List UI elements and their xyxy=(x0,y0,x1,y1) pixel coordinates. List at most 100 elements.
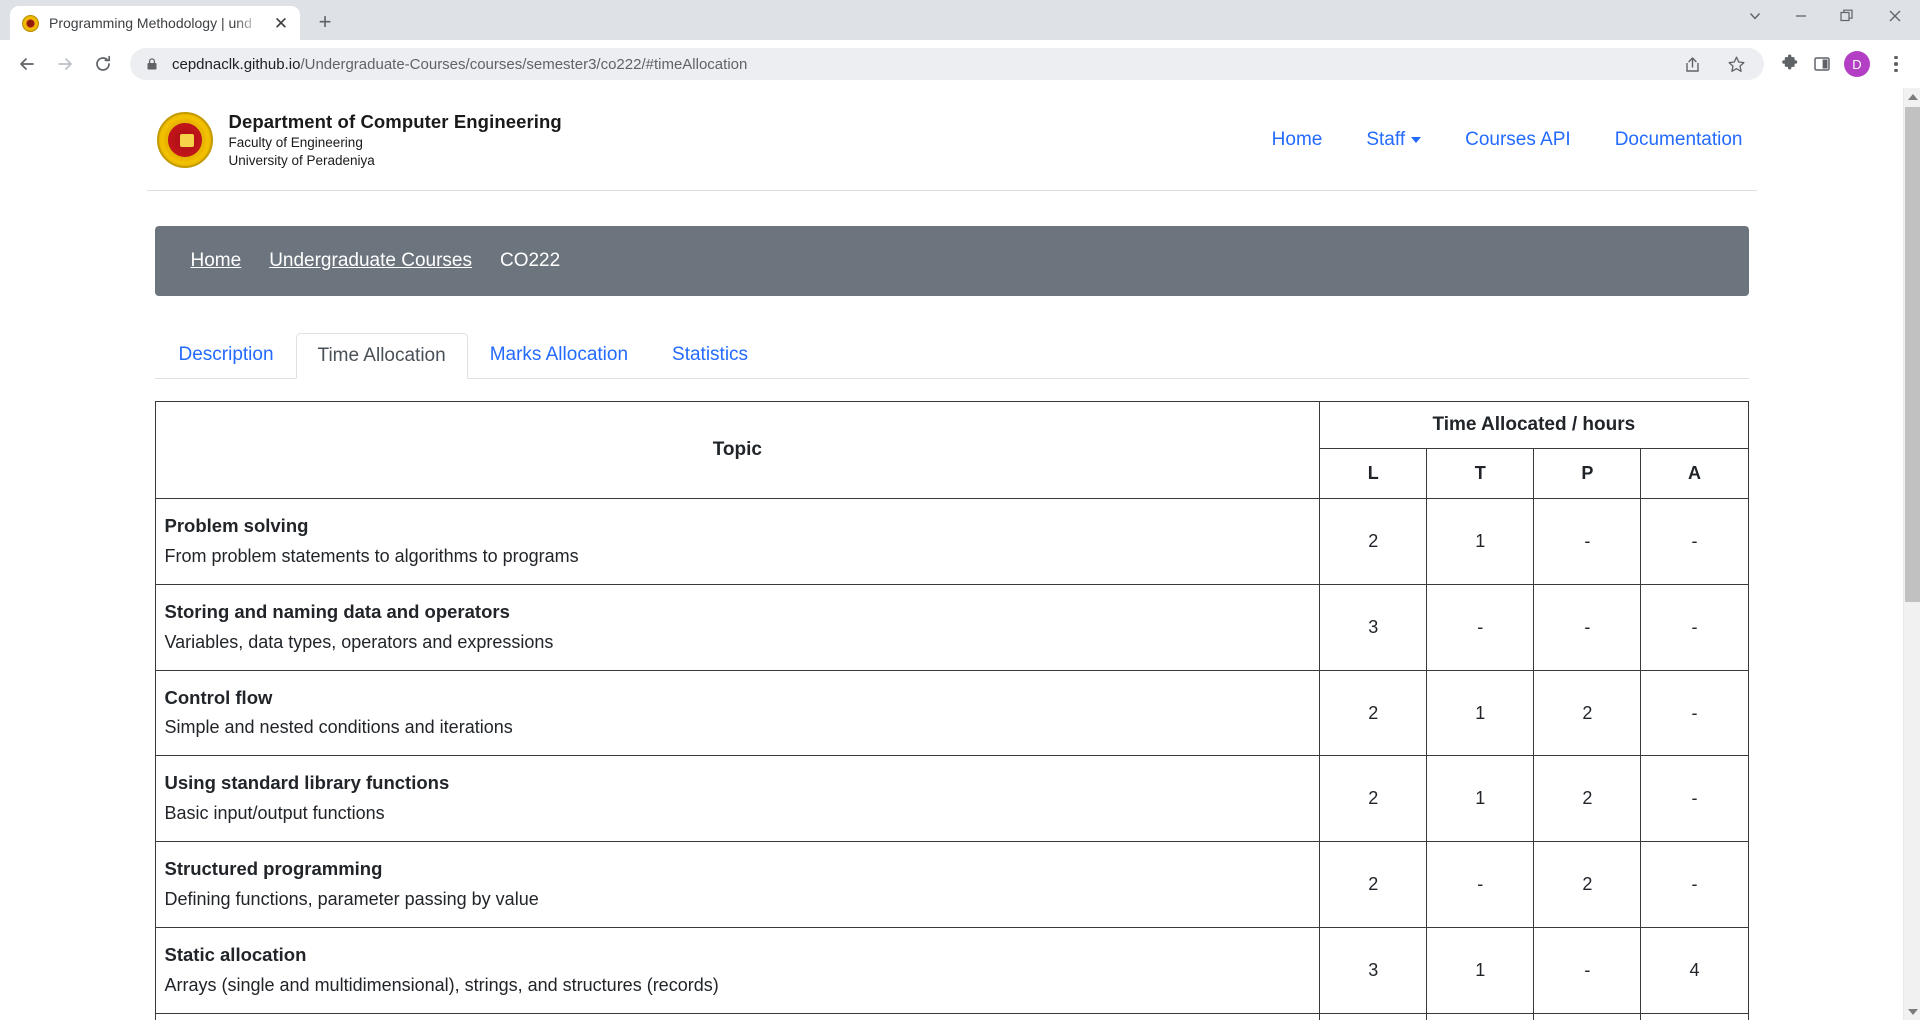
reload-button[interactable] xyxy=(86,47,120,81)
forward-button[interactable] xyxy=(48,47,82,81)
value-l: 2 xyxy=(1319,669,1428,757)
address-bar[interactable]: cepdnaclk.github.io/Undergraduate-Course… xyxy=(130,48,1764,80)
header-topic: Topic xyxy=(154,401,1321,500)
topic-cell: Using standard library functions Basic i… xyxy=(154,755,1321,843)
value-p: 2 xyxy=(1533,1012,1642,1020)
tab-title: Programming Methodology | und xyxy=(49,15,252,31)
lock-icon xyxy=(144,56,160,72)
value-l: 2 xyxy=(1319,841,1428,929)
topic-title: Control flow xyxy=(164,686,273,708)
value-a: 6 xyxy=(1640,1012,1749,1020)
topic-desc: Basic input/output functions xyxy=(164,803,385,824)
close-tab-icon[interactable]: ✕ xyxy=(270,12,292,34)
web-page: Department of Computer Engineering Facul… xyxy=(0,88,1903,1020)
brand-text: Department of Computer Engineering Facul… xyxy=(229,110,562,170)
side-panel-icon[interactable] xyxy=(1808,50,1836,78)
new-tab-button[interactable]: + xyxy=(310,7,340,37)
value-a: 4 xyxy=(1640,927,1749,1014)
window-controls xyxy=(1732,0,1920,40)
value-p: - xyxy=(1533,927,1642,1014)
value-p: - xyxy=(1533,583,1642,671)
table-body: Problem solving From problem statements … xyxy=(154,498,1749,1020)
university-name: University of Peradeniya xyxy=(228,153,375,169)
value-a: - xyxy=(1640,841,1749,929)
tab-description[interactable]: Description xyxy=(157,332,296,378)
breadcrumb-item-home[interactable]: Home xyxy=(191,250,242,272)
time-allocation-table: Topic Time Allocated / hours L T P A Pro… xyxy=(154,401,1749,1020)
vertical-scrollbar[interactable] xyxy=(1903,88,1920,1020)
table-head: Topic Time Allocated / hours L T P A xyxy=(154,401,1749,500)
table-row: Using standard library functions Basic i… xyxy=(154,755,1749,843)
topic-title: Structured programming xyxy=(164,858,383,880)
value-t: 1 xyxy=(1426,927,1535,1014)
url-host: cepdnaclk.github.io xyxy=(172,55,301,73)
value-t: 1 xyxy=(1426,1012,1535,1020)
tab-marks-allocation[interactable]: Marks Allocation xyxy=(468,332,650,378)
header-time-allocated: Time Allocated / hours xyxy=(1319,401,1749,450)
extensions-puzzle-icon[interactable] xyxy=(1776,50,1804,78)
omnibox-actions xyxy=(1678,50,1750,78)
value-p: 2 xyxy=(1533,841,1642,929)
browser-window: Programming Methodology | und ✕ + cepdna… xyxy=(0,0,1920,1020)
topic-title: Static allocation xyxy=(164,944,307,966)
tab-search-chevron-down-icon[interactable] xyxy=(1732,0,1778,32)
url-path: /Undergraduate-Courses/courses/semester3… xyxy=(300,55,748,73)
minimize-button[interactable] xyxy=(1778,0,1824,32)
back-button[interactable] xyxy=(10,47,44,81)
browser-tab-active[interactable]: Programming Methodology | und ✕ xyxy=(10,6,300,40)
value-l: 2 xyxy=(1319,498,1428,585)
nav-item-documentation[interactable]: Documentation xyxy=(1615,129,1743,151)
page-tabs: Description Time Allocation Marks Alloca… xyxy=(154,332,1749,380)
maximize-restore-button[interactable] xyxy=(1824,0,1870,32)
value-t: 1 xyxy=(1426,669,1535,757)
value-a: - xyxy=(1640,669,1749,757)
nav-item-courses-api[interactable]: Courses API xyxy=(1465,129,1571,151)
scrollbar-thumb[interactable] xyxy=(1905,107,1920,602)
tab-statistics[interactable]: Statistics xyxy=(650,332,770,378)
browser-toolbar: cepdnaclk.github.io/Undergraduate-Course… xyxy=(0,40,1920,88)
bookmark-star-icon[interactable] xyxy=(1722,50,1750,78)
header-practical: P xyxy=(1533,448,1642,500)
value-l: 3 xyxy=(1319,583,1428,671)
header-assignment: A xyxy=(1640,448,1749,500)
nav-item-staff[interactable]: Staff xyxy=(1366,129,1422,151)
value-a: - xyxy=(1640,498,1749,585)
value-t: - xyxy=(1426,583,1535,671)
site-brand[interactable]: Department of Computer Engineering Facul… xyxy=(147,110,562,170)
url-text: cepdnaclk.github.io/Undergraduate-Course… xyxy=(172,56,1666,73)
main-navigation: Home Staff Courses API Documentation xyxy=(1272,129,1757,151)
value-l: 2 xyxy=(1319,755,1428,843)
topic-cell: References (pointers) Dynamic allocation… xyxy=(154,1012,1321,1020)
university-crest-icon xyxy=(156,112,213,169)
breadcrumb: Home Undergraduate Courses CO222 xyxy=(154,226,1749,297)
browser-menu-icon[interactable] xyxy=(1882,50,1910,78)
scroll-down-arrow-icon[interactable] xyxy=(1904,1003,1920,1020)
faculty-name: Faculty of Engineering xyxy=(228,135,363,151)
scroll-up-arrow-icon[interactable] xyxy=(1904,88,1920,105)
topic-title: Storing and naming data and operators xyxy=(164,600,510,622)
value-l: 2 xyxy=(1319,1012,1428,1020)
topic-cell: Control flow Simple and nested condition… xyxy=(154,669,1321,757)
nav-item-home[interactable]: Home xyxy=(1272,129,1323,151)
breadcrumb-item-undergraduate-courses[interactable]: Undergraduate Courses xyxy=(269,250,472,272)
favicon-icon xyxy=(22,14,39,32)
value-l: 3 xyxy=(1319,927,1428,1014)
table-row: Structured programming Defining function… xyxy=(154,841,1749,929)
tab-time-allocation[interactable]: Time Allocation xyxy=(295,333,468,380)
topic-cell: Storing and naming data and operators Va… xyxy=(154,583,1321,671)
profile-avatar[interactable]: D xyxy=(1844,51,1870,77)
topic-cell: Structured programming Defining function… xyxy=(154,841,1321,929)
table-row: Problem solving From problem statements … xyxy=(154,498,1749,585)
tab-strip: Programming Methodology | und ✕ + xyxy=(0,0,1920,40)
topic-desc: Arrays (single and multidimensional), st… xyxy=(164,974,719,995)
department-name: Department of Computer Engineering xyxy=(228,111,562,132)
close-window-button[interactable] xyxy=(1870,0,1920,32)
topic-desc: Variables, data types, operators and exp… xyxy=(164,631,554,652)
table-row: Static allocation Arrays (single and mul… xyxy=(154,927,1749,1014)
value-a: - xyxy=(1640,755,1749,843)
topic-cell: Problem solving From problem statements … xyxy=(154,498,1321,585)
topic-desc: From problem statements to algorithms to… xyxy=(164,545,579,566)
value-t: - xyxy=(1426,841,1535,929)
share-icon[interactable] xyxy=(1678,50,1706,78)
chevron-down-icon xyxy=(1411,137,1422,143)
